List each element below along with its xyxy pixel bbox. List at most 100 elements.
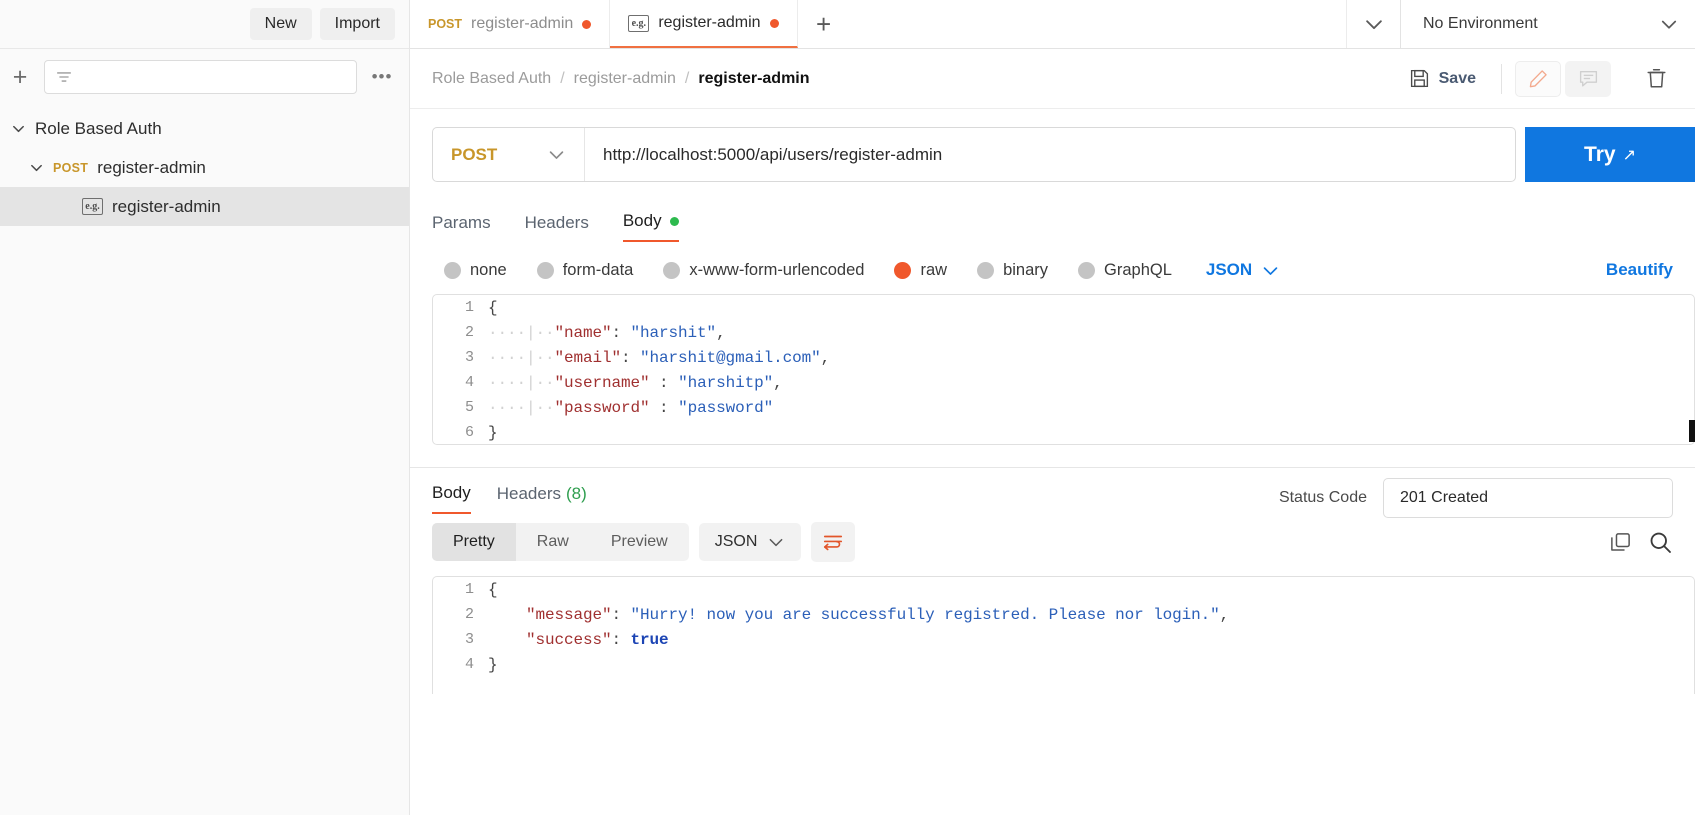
- tab-strip: POST register-admin e.g. register-admin …: [410, 0, 1346, 48]
- code-text: {: [488, 298, 498, 317]
- divider: [1501, 63, 1502, 94]
- floppy-disk-icon: [1410, 69, 1428, 88]
- view-pretty[interactable]: Pretty: [432, 523, 516, 561]
- url-input[interactable]: [585, 128, 1515, 181]
- response-format-selector[interactable]: JSON: [698, 523, 802, 561]
- radio-icon: [663, 261, 681, 279]
- external-arrow-icon: ↗: [1622, 146, 1636, 164]
- environment-selector[interactable]: No Environment: [1400, 0, 1695, 48]
- edit-button[interactable]: [1515, 60, 1561, 97]
- tree-item-role-based-auth[interactable]: Role Based Auth: [0, 109, 409, 148]
- unsaved-dot-icon: [769, 18, 779, 28]
- view-preview[interactable]: Preview: [590, 523, 689, 561]
- response-view-segmented: Pretty Raw Preview: [432, 523, 689, 561]
- code-line: 3 "success": true: [433, 627, 1694, 652]
- sidebar-search-row: + •••: [0, 49, 409, 105]
- code-text: ····|··"email": "harshit@gmail.com",: [488, 348, 831, 367]
- radio-icon: [977, 261, 995, 279]
- body-type-label: form-data: [562, 260, 634, 279]
- word-wrap-icon: [824, 535, 843, 551]
- search-input[interactable]: [44, 60, 357, 94]
- status-code-group: Status Code 201 Created: [1279, 478, 1673, 518]
- request-tab-bar: POST register-admin e.g. register-admin …: [410, 0, 1695, 49]
- line-number: 5: [464, 399, 474, 416]
- collection-tree: Role Based Auth POST register-admin e.g.…: [0, 105, 409, 815]
- copy-button[interactable]: [1609, 531, 1632, 554]
- url-input-group: POST: [432, 127, 1516, 182]
- add-request-icon[interactable]: +: [6, 63, 34, 91]
- response-tab-headers[interactable]: Headers (8): [497, 484, 587, 513]
- docs-button[interactable]: [1565, 60, 1611, 97]
- code-line: 5 ····|··"password" : "password": [433, 395, 1694, 420]
- code-text: ····|··"name": "harshit",: [488, 323, 726, 342]
- code-text: "message": "Hurry! now you are successfu…: [526, 605, 1230, 624]
- tab-label: Headers: [524, 213, 589, 232]
- import-button[interactable]: Import: [319, 8, 395, 40]
- new-tab-icon[interactable]: +: [798, 0, 850, 48]
- body-type-urlencoded[interactable]: x-www-form-urlencoded: [663, 261, 864, 280]
- search-button[interactable]: [1648, 530, 1673, 555]
- new-button[interactable]: New: [249, 8, 312, 40]
- body-active-dot-icon: [669, 216, 679, 226]
- tab-title: register-admin: [658, 14, 761, 31]
- code-line: 3 ····|··"email": "harshit@gmail.com",: [433, 345, 1694, 370]
- request-format-selector[interactable]: JSON: [1206, 260, 1280, 280]
- status-code-label: Status Code: [1278, 489, 1367, 506]
- code-text: ····|··"password" : "password": [488, 398, 774, 417]
- tab-params[interactable]: Params: [432, 213, 491, 242]
- body-type-none[interactable]: none: [444, 261, 507, 280]
- response-body-editor[interactable]: 1{2 "message": "Hurry! now you are succe…: [432, 576, 1695, 694]
- body-type-label: GraphQL: [1104, 260, 1172, 279]
- chevron-down-icon: [549, 151, 564, 159]
- line-number: 6: [464, 424, 474, 441]
- body-type-raw[interactable]: raw: [894, 261, 947, 280]
- status-code-value: 201 Created: [1383, 478, 1673, 518]
- tree-item-label: Role Based Auth: [35, 118, 162, 138]
- line-number: 3: [464, 631, 474, 648]
- body-type-graphql[interactable]: GraphQL: [1078, 261, 1172, 280]
- headers-count: (8): [566, 483, 587, 503]
- breadcrumb: Role Based Auth / register-admin / regis…: [432, 70, 810, 88]
- breadcrumb-item-request[interactable]: register-admin: [574, 70, 676, 88]
- url-bar: POST Try ↗: [410, 109, 1695, 200]
- tab-headers[interactable]: Headers: [525, 213, 589, 242]
- line-number: 1: [464, 581, 474, 598]
- body-type-binary[interactable]: binary: [977, 261, 1048, 280]
- code-text: {: [488, 580, 498, 599]
- vertical-scrollbar-thumb[interactable]: [1689, 420, 1695, 442]
- save-button[interactable]: Save: [1397, 62, 1488, 95]
- response-tabs: Body Headers (8) Status Code 201 Created: [410, 468, 1695, 518]
- delete-button[interactable]: [1633, 61, 1679, 97]
- request-body-editor[interactable]: 1{2 ····|··"name": "harshit", 3 ····|··"ema…: [432, 294, 1695, 445]
- tree-item-register-admin-request[interactable]: POST register-admin: [0, 148, 409, 187]
- tree-item-register-admin-example[interactable]: e.g. register-admin: [0, 187, 409, 226]
- method-selector[interactable]: POST: [433, 128, 585, 181]
- code-text: "success": true: [526, 630, 669, 649]
- response-panel: Body Headers (8) Status Code 201 Created…: [410, 445, 1695, 815]
- more-dots-icon[interactable]: •••: [367, 63, 397, 91]
- radio-icon: [444, 261, 461, 279]
- trash-icon: [1646, 69, 1666, 88]
- code-line: 1{: [433, 295, 1694, 320]
- tab-register-admin-request[interactable]: POST register-admin: [410, 0, 611, 48]
- tab-overflow-chevron-down-icon[interactable]: [1346, 0, 1400, 48]
- breadcrumb-separator: /: [560, 69, 565, 87]
- breadcrumb-item-collection[interactable]: Role Based Auth: [432, 70, 551, 88]
- view-raw[interactable]: Raw: [516, 523, 590, 561]
- body-type-label: none: [470, 260, 507, 279]
- response-tab-body[interactable]: Body: [432, 483, 471, 514]
- radio-icon: [536, 261, 554, 279]
- response-view-controls: Pretty Raw Preview JSON: [410, 514, 1695, 562]
- chevron-down-icon: [1263, 266, 1278, 275]
- send-request-button[interactable]: Try ↗: [1525, 127, 1695, 182]
- beautify-button[interactable]: Beautify: [1606, 260, 1673, 280]
- save-label: Save: [1438, 69, 1476, 87]
- body-type-form-data[interactable]: form-data: [536, 260, 634, 280]
- code-text: }: [488, 655, 498, 674]
- sidebar-toolbar: New Import: [0, 0, 409, 49]
- body-type-label: binary: [1003, 260, 1049, 279]
- word-wrap-button[interactable]: [811, 522, 856, 562]
- tab-body[interactable]: Body: [622, 211, 679, 242]
- tab-register-admin-example[interactable]: e.g. register-admin: [610, 0, 798, 48]
- line-number: 3: [464, 349, 474, 366]
